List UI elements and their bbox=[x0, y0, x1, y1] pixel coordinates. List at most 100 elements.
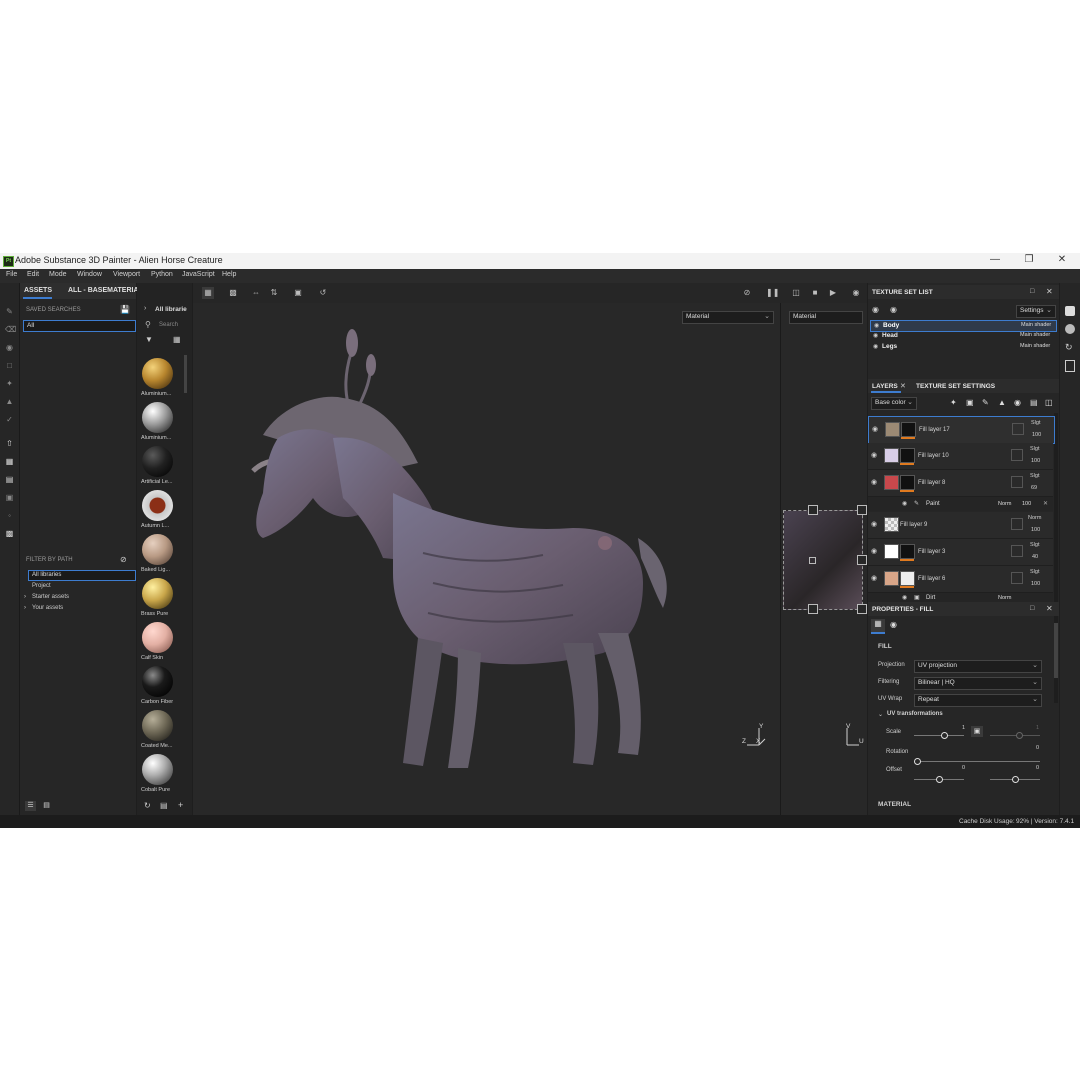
frame-icon[interactable]: ▣ bbox=[292, 287, 304, 299]
menu-viewport[interactable]: Viewport bbox=[113, 271, 140, 278]
geometry-icon[interactable]: □ bbox=[5, 361, 14, 370]
menu-help[interactable]: Help bbox=[222, 271, 236, 278]
eye-icon[interactable]: ◉ bbox=[872, 425, 880, 433]
close-icon[interactable]: ✕ bbox=[1046, 287, 1053, 296]
align-icon[interactable]: ⇅ bbox=[268, 287, 280, 299]
tab-texture-set-settings[interactable]: TEXTURE SET SETTINGS bbox=[916, 383, 995, 390]
projection-dropdown[interactable]: UV projection ⌄ bbox=[914, 660, 1042, 673]
saved-search-field[interactable]: All bbox=[23, 320, 136, 332]
material-item[interactable]: Aluminium... bbox=[141, 402, 174, 444]
layer-opacity[interactable]: 100 bbox=[1031, 581, 1040, 587]
sub-layer-blend[interactable]: Norm bbox=[998, 595, 1011, 601]
hide-eye-icon[interactable]: ⊘ bbox=[120, 555, 130, 564]
path-all-libraries[interactable]: All libraries bbox=[28, 570, 136, 581]
viewport[interactable]: ▦ ▩ ⇔ ⇅ ▣ ↺ ⊘ ❚❚ ◫ ■ ▶ ◉ Material ⌄ Mate… bbox=[193, 283, 867, 820]
layer-opacity[interactable]: 100 bbox=[1031, 527, 1040, 533]
restore-icon[interactable]: ❐ bbox=[1022, 254, 1036, 265]
eye-icon[interactable]: ◉ bbox=[871, 574, 879, 582]
eraser-icon[interactable]: ⌫ bbox=[5, 325, 16, 334]
uv-handle[interactable] bbox=[857, 505, 867, 515]
eye-icon[interactable]: ◉ bbox=[871, 547, 879, 555]
split-view-icon[interactable]: ◫ bbox=[790, 287, 802, 299]
texture-set-row-legs[interactable]: ◉ Legs Main shader bbox=[870, 342, 1055, 352]
viewport-2d-mode-dropdown[interactable]: Material bbox=[789, 311, 863, 324]
material-item[interactable]: Baked Lig... bbox=[141, 534, 174, 576]
layer-blend-mode[interactable]: Norm bbox=[1028, 515, 1041, 521]
offset-y-slider-knob[interactable] bbox=[1012, 776, 1019, 783]
maximize-icon[interactable]: □ bbox=[1030, 288, 1034, 295]
history-icon[interactable]: ↺ bbox=[317, 287, 329, 299]
offset-x-slider-knob[interactable] bbox=[936, 776, 943, 783]
layer-blend-mode[interactable]: Slgt bbox=[1030, 542, 1039, 548]
layer-mask-slot[interactable] bbox=[1011, 572, 1023, 584]
layer-opacity[interactable]: 100 bbox=[1031, 458, 1040, 464]
folder-icon[interactable]: ▤ bbox=[1030, 398, 1038, 407]
tsl-settings-dropdown[interactable]: Settings ⌄ bbox=[1016, 305, 1056, 318]
minimize-icon[interactable]: — bbox=[988, 254, 1002, 265]
layer-opacity[interactable]: 100 bbox=[1032, 432, 1041, 438]
delete-icon[interactable]: ◫ bbox=[1045, 398, 1053, 407]
menu-javascript[interactable]: JavaScript bbox=[182, 271, 215, 278]
log-icon[interactable]: ▩ bbox=[5, 529, 14, 538]
layer-row[interactable]: ◉ Fill layer 6 Slgt 100 bbox=[868, 566, 1053, 593]
eye-icon[interactable]: ◉ bbox=[902, 500, 907, 507]
log-icon[interactable] bbox=[1065, 360, 1075, 372]
layer-row[interactable]: ◉ Fill layer 9 Norm 100 bbox=[868, 512, 1053, 539]
layer-row[interactable]: ◉ Fill layer 17 Slgt 100 bbox=[868, 416, 1055, 444]
close-icon[interactable]: ✕ bbox=[1043, 500, 1048, 507]
sub-layer-dirt[interactable]: ◉ ▣ Dirt Norm bbox=[868, 593, 1053, 602]
render-icon[interactable]: ▣ bbox=[5, 493, 14, 502]
menu-edit[interactable]: Edit bbox=[27, 271, 39, 278]
paint-layer-icon[interactable]: ✎ bbox=[982, 398, 989, 407]
material-item[interactable]: Brass Pure bbox=[141, 578, 174, 620]
layer-row[interactable]: ◉ Fill layer 8 Slgt 69 bbox=[868, 470, 1053, 497]
lock-icon[interactable]: ▣ bbox=[971, 726, 983, 737]
smart-material-icon[interactable]: ◉ bbox=[1014, 398, 1021, 407]
rotation-slider-knob[interactable] bbox=[914, 758, 921, 765]
pause-icon[interactable]: ❚❚ bbox=[766, 287, 779, 299]
layer-opacity[interactable]: 69 bbox=[1031, 485, 1037, 491]
uv-wrap-dropdown[interactable]: Repeat ⌄ bbox=[914, 694, 1042, 707]
grid-options-icon[interactable]: ▩ bbox=[227, 287, 239, 299]
path-project[interactable]: Project bbox=[32, 583, 51, 589]
layers-icon[interactable]: ▤ bbox=[5, 475, 14, 484]
tab-all-basematerial[interactable]: ALL - BASEMATERIAL bbox=[68, 287, 143, 294]
uv-handle[interactable] bbox=[857, 555, 867, 565]
menu-file[interactable]: File bbox=[6, 271, 17, 278]
menu-window[interactable]: Window bbox=[77, 271, 102, 278]
scale-slider-knob[interactable] bbox=[941, 732, 948, 739]
viewport-divider[interactable] bbox=[780, 303, 781, 820]
chevron-right-icon[interactable]: › bbox=[24, 594, 26, 600]
mask-icon[interactable]: ▣ bbox=[966, 398, 974, 407]
tab-layers[interactable]: LAYERS bbox=[872, 383, 898, 390]
material-item[interactable]: Cobalt Pure bbox=[141, 754, 174, 796]
material-item[interactable]: Autumn L... bbox=[141, 490, 174, 532]
picker-icon[interactable]: ✓ bbox=[5, 415, 14, 424]
cube-icon[interactable]: ■ bbox=[809, 287, 821, 299]
menu-python[interactable]: Python bbox=[151, 271, 173, 278]
menu-mode[interactable]: Mode bbox=[49, 271, 67, 278]
tab-assets[interactable]: ASSETS bbox=[24, 287, 52, 294]
list-view-icon[interactable]: ☰ bbox=[25, 801, 36, 811]
layer-blend-mode[interactable]: Slgt bbox=[1030, 446, 1039, 452]
layer-mask-slot[interactable] bbox=[1011, 449, 1023, 461]
material-item[interactable]: Aluminium... bbox=[141, 358, 174, 400]
refresh-icon[interactable]: ↻ bbox=[144, 801, 151, 810]
screenshot-icon[interactable]: ◉ bbox=[850, 287, 862, 299]
eye-icon[interactable]: ◉ bbox=[871, 451, 879, 459]
chevron-right-icon[interactable]: › bbox=[144, 305, 146, 312]
layer-row[interactable]: ◉ Fill layer 3 Slgt 40 bbox=[868, 539, 1053, 566]
material-item[interactable]: Coated Me... bbox=[141, 710, 174, 752]
eye-icon[interactable]: ◉ bbox=[902, 594, 907, 601]
clone-icon[interactable]: ▲ bbox=[5, 397, 14, 406]
layer-mask-slot[interactable] bbox=[1012, 423, 1024, 435]
sub-layer-blend[interactable]: Norm bbox=[998, 501, 1011, 507]
uv-texture-preview[interactable] bbox=[783, 510, 863, 610]
channel-dropdown[interactable]: Base color ⌄ bbox=[871, 397, 917, 410]
layer-mask-slot[interactable] bbox=[1011, 545, 1023, 557]
layer-blend-mode[interactable]: Slgt bbox=[1030, 473, 1039, 479]
scale-slider-knob-2[interactable] bbox=[1016, 732, 1023, 739]
camera-icon[interactable]: ◦ bbox=[5, 511, 14, 520]
chevron-right-icon[interactable]: › bbox=[24, 605, 26, 611]
grid-view-icon[interactable]: ▦ bbox=[173, 335, 181, 344]
